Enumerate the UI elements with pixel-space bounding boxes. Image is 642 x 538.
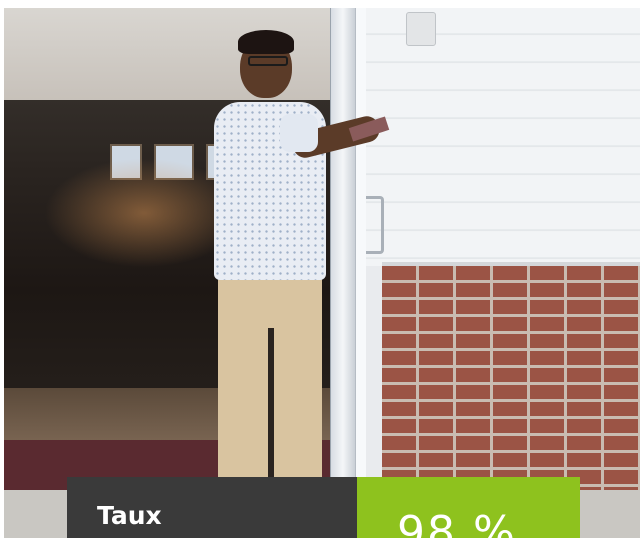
sleeve	[280, 114, 318, 152]
stat-label: Taux	[97, 501, 162, 530]
wall-light	[406, 12, 436, 46]
stat-label-box: Taux	[67, 477, 357, 538]
brick-wall	[382, 266, 640, 498]
greeter-person	[204, 28, 390, 488]
stat-value-box: 98 %	[357, 477, 580, 538]
pants-gap	[268, 328, 274, 484]
hero-photo	[4, 8, 640, 538]
stat-value: 98 %	[397, 507, 517, 538]
white-siding	[362, 8, 640, 266]
hair	[238, 30, 294, 54]
glasses-icon	[248, 56, 288, 66]
